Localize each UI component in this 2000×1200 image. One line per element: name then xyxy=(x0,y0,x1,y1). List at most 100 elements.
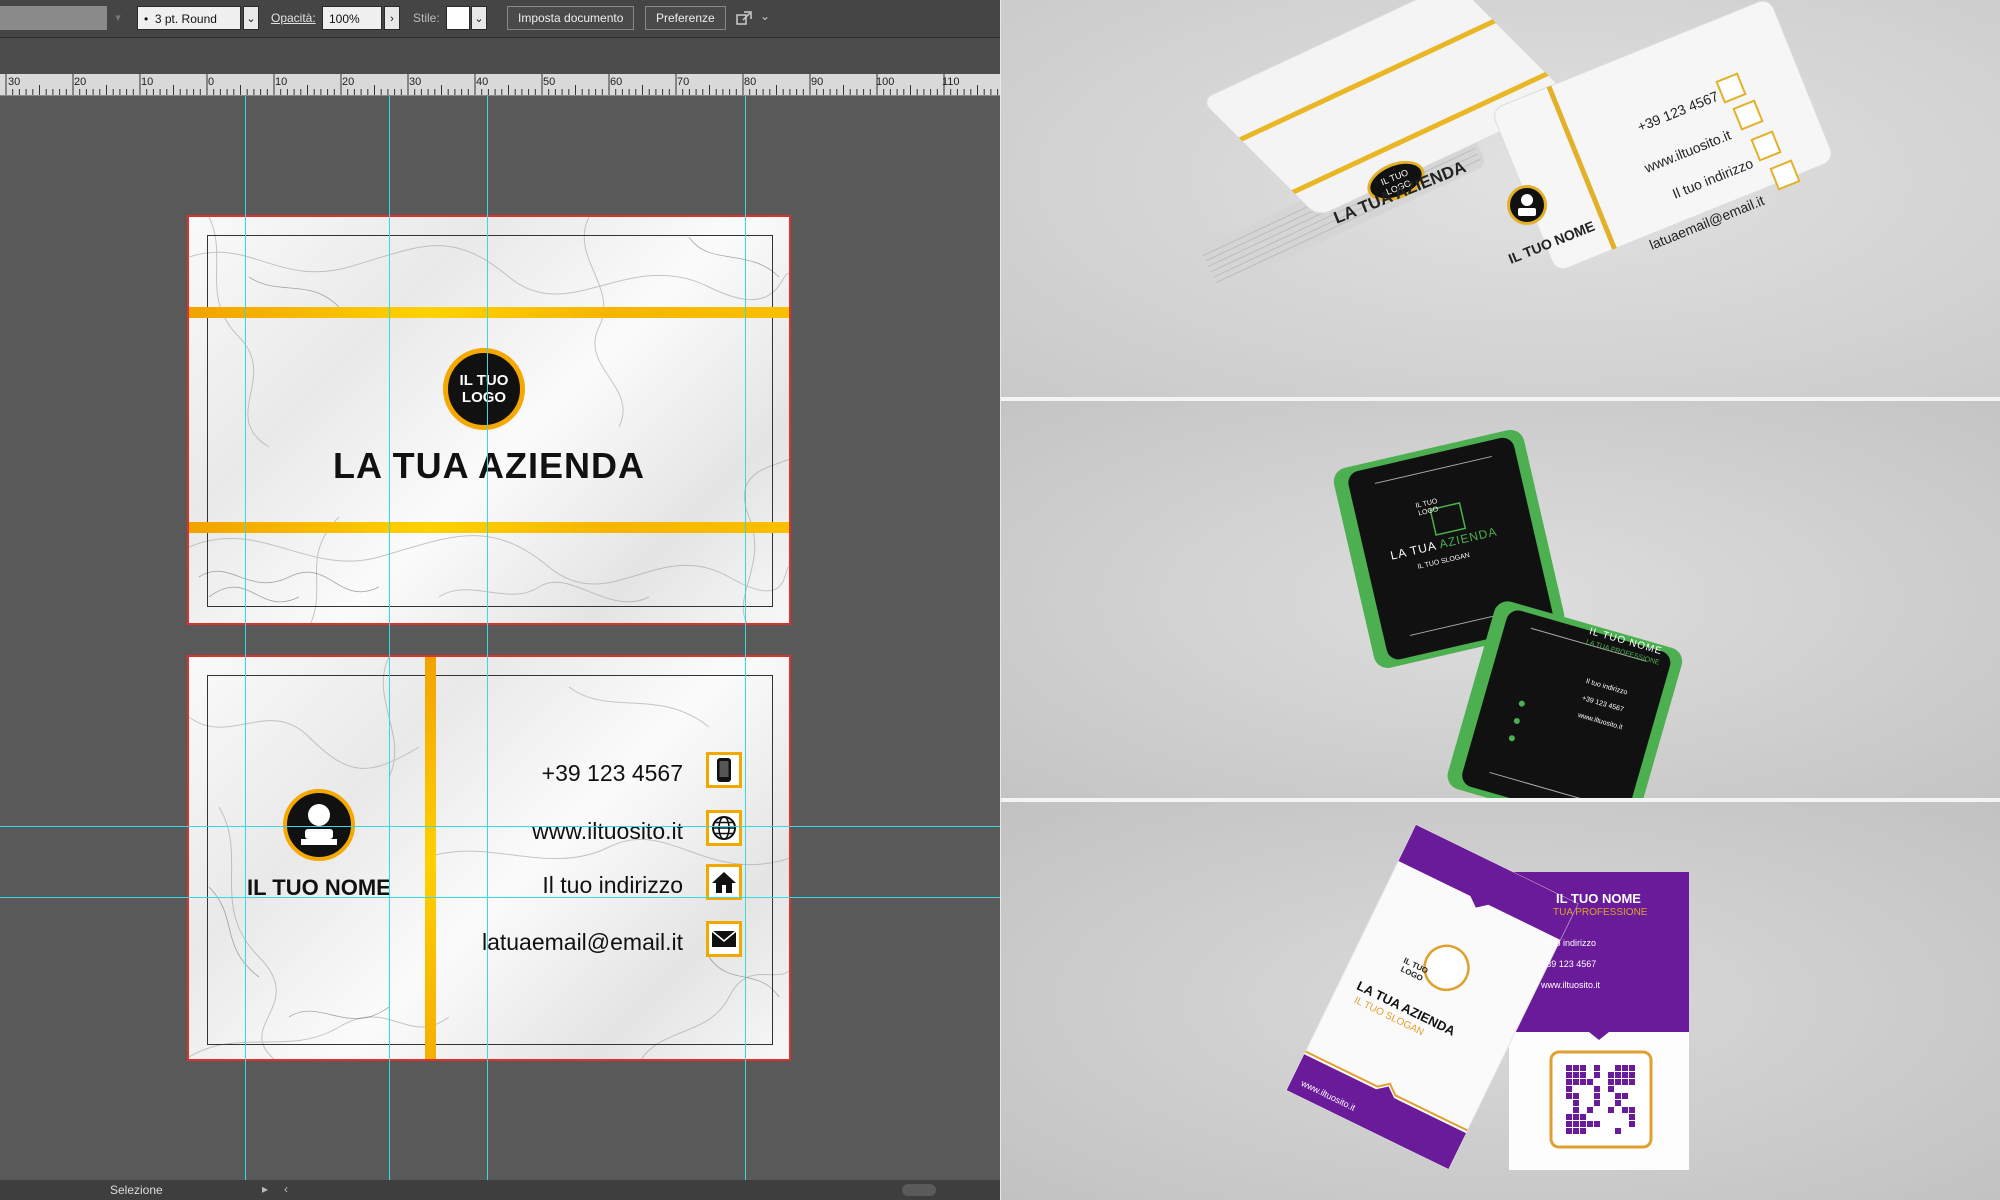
guide-horizontal[interactable] xyxy=(0,826,1000,827)
gold-band-vertical xyxy=(425,657,436,1059)
qr-module xyxy=(1573,1093,1579,1099)
mail-icon xyxy=(711,930,737,947)
qr-module xyxy=(1573,1114,1579,1120)
arrange-icon[interactable] xyxy=(734,9,754,29)
opacity-arrow[interactable]: › xyxy=(384,6,400,30)
qr-module xyxy=(1573,1121,1579,1127)
chevron-down-icon[interactable]: ⌄ xyxy=(760,9,770,23)
qr-module xyxy=(1566,1072,1572,1078)
guide-vertical[interactable] xyxy=(389,96,390,1180)
qr-module xyxy=(1566,1128,1572,1134)
qr-module xyxy=(1594,1121,1600,1127)
qr-module xyxy=(1587,1107,1593,1113)
ruler-label: 110 xyxy=(942,76,960,88)
address-text: Il tuo indirizzo xyxy=(1541,938,1597,948)
marble-mockup-shapes xyxy=(1199,0,1832,289)
qr-module xyxy=(1615,1079,1621,1085)
tab-strip xyxy=(0,38,1000,74)
guide-horizontal[interactable] xyxy=(0,897,1000,898)
user-icon xyxy=(301,804,337,845)
style-label: Stile: xyxy=(413,11,440,25)
style-swatch[interactable] xyxy=(446,6,470,30)
ruler-label: 40 xyxy=(476,76,489,88)
phone-text: +39 123 4567 xyxy=(1541,959,1597,969)
purple-mockup-shapes xyxy=(1286,824,1689,1170)
company-name: LA TUA AZIENDA xyxy=(333,445,645,486)
qr-module xyxy=(1573,1128,1579,1134)
person-name: IL TUO NOME xyxy=(1556,891,1641,906)
chevron-down-icon[interactable]: ▾ xyxy=(110,6,126,30)
qr-module xyxy=(1580,1065,1586,1071)
qr-module xyxy=(1608,1107,1614,1113)
artboard-back[interactable]: IL TUO NOME +39 123 4567 www.iltuosito.i… xyxy=(187,655,791,1061)
status-menu-arrow[interactable]: ▸ xyxy=(262,1182,268,1196)
qr-module xyxy=(1594,1065,1600,1071)
horizontal-ruler[interactable]: 30 20 10 0 10 20 30 40 50 60 70 80 90 10… xyxy=(0,74,1000,96)
qr-module xyxy=(1594,1100,1600,1106)
qr-module xyxy=(1608,1079,1614,1085)
ruler-label: 0 xyxy=(208,76,215,88)
qr-module xyxy=(1580,1079,1586,1085)
qr-module xyxy=(1629,1107,1635,1113)
qr-module xyxy=(1622,1065,1628,1071)
qr-module xyxy=(1580,1121,1586,1127)
scrollbar-thumb[interactable] xyxy=(902,1184,936,1196)
stroke-profile-dropdown[interactable]: ⌄ xyxy=(243,6,259,30)
qr-module xyxy=(1622,1093,1628,1099)
qr-module xyxy=(1629,1072,1635,1078)
qr-module xyxy=(1566,1086,1572,1092)
qr-module xyxy=(1615,1072,1621,1078)
qr-module xyxy=(1566,1079,1572,1085)
ruler-label: 30 xyxy=(409,76,422,88)
email-text: latuaemail@email.it xyxy=(481,929,683,955)
ruler-label: 70 xyxy=(677,76,690,88)
qr-module xyxy=(1580,1114,1586,1120)
qr-module xyxy=(1587,1079,1593,1085)
document-setup-button[interactable]: Imposta documento xyxy=(507,6,635,30)
qr-module xyxy=(1615,1093,1621,1099)
mockup-purple: IL TUO LOGO LA TUA AZIENDA IL TUO SLOGAN… xyxy=(1001,802,2000,1200)
mockup-marble: IL TUO LOGO LA TUA AZIENDA IL TUO NOME +… xyxy=(1001,0,2000,397)
home-icon-box xyxy=(706,864,742,900)
style-dropdown[interactable]: ⌄ xyxy=(471,6,487,30)
ruler-label: 20 xyxy=(74,76,87,88)
phone-icon xyxy=(717,758,731,782)
guide-vertical[interactable] xyxy=(487,96,488,1180)
stroke-profile-field[interactable]: • 3 pt. Round xyxy=(137,6,241,30)
qr-module xyxy=(1566,1121,1572,1127)
gold-band-top xyxy=(189,307,789,318)
qr-module xyxy=(1580,1072,1586,1078)
qr-module xyxy=(1573,1079,1579,1085)
stroke-swatch[interactable] xyxy=(0,6,107,30)
qr-module xyxy=(1629,1079,1635,1085)
qr-module xyxy=(1608,1086,1614,1092)
mockup-green: IL TUO LOGO LA TUA AZIENDA IL TUO SLOGAN… xyxy=(1001,401,2000,798)
illustrator-editor: ▾ • 3 pt. Round ⌄ Opacità: 100% › Stile:… xyxy=(0,0,1000,1200)
guide-vertical[interactable] xyxy=(245,96,246,1180)
scroll-left-arrow[interactable]: ‹ xyxy=(284,1182,288,1196)
trim-box xyxy=(207,675,773,1045)
ruler-label: 30 xyxy=(8,76,21,88)
logo-text: LOGO xyxy=(461,389,507,406)
qr-module xyxy=(1629,1121,1635,1127)
bullet-icon: • xyxy=(144,12,155,26)
qr-module xyxy=(1594,1093,1600,1099)
qr-module xyxy=(1622,1072,1628,1078)
ruler-label: 90 xyxy=(811,76,824,88)
globe-icon xyxy=(712,816,736,840)
ruler-label: 100 xyxy=(876,76,895,88)
profession: TUA PROFESSIONE xyxy=(1553,907,1648,918)
website-text: www.iltuosito.it xyxy=(532,818,683,844)
qr-module xyxy=(1615,1100,1621,1106)
qr-module xyxy=(1615,1065,1621,1071)
preferences-button[interactable]: Preferenze xyxy=(645,6,726,30)
home-icon xyxy=(712,872,736,893)
artboard-front[interactable]: IL TUO LOGO LA TUA AZIENDA xyxy=(187,215,791,625)
ruler-label: 20 xyxy=(342,76,355,88)
guide-vertical[interactable] xyxy=(745,96,746,1180)
opacity-input[interactable]: 100% xyxy=(322,6,382,30)
canvas[interactable]: IL TUO LOGO LA TUA AZIENDA IL TUO NOME +… xyxy=(0,96,1000,1180)
address-text: Il tuo indirizzo xyxy=(542,872,683,898)
user-icon xyxy=(1518,194,1536,216)
qr-module xyxy=(1573,1072,1579,1078)
